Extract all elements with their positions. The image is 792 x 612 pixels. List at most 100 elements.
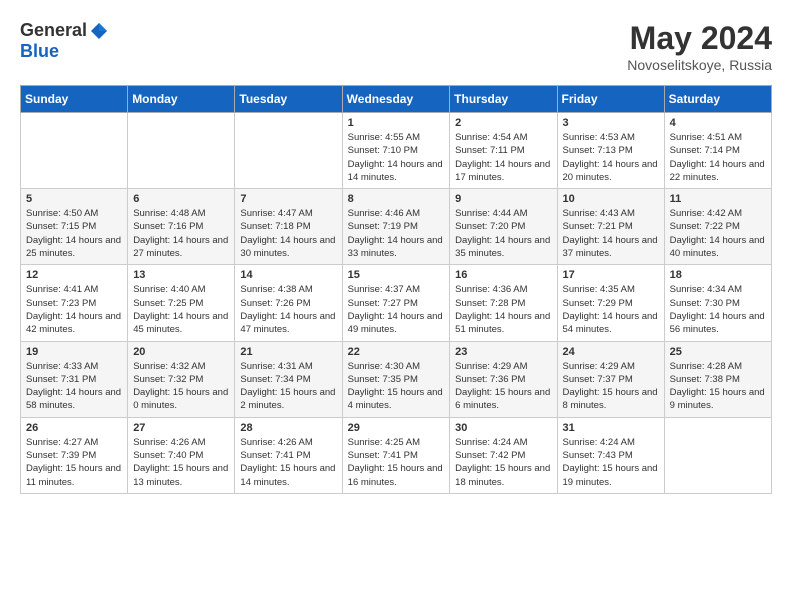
calendar-cell: 1 Sunrise: 4:55 AM Sunset: 7:10 PM Daylig… <box>342 113 450 189</box>
day-number: 18 <box>670 269 766 281</box>
calendar-day-header: Thursday <box>450 86 557 113</box>
calendar-cell <box>235 113 342 189</box>
calendar-cell: 25 Sunrise: 4:28 AM Sunset: 7:38 PM Dayli… <box>664 341 771 417</box>
day-number: 30 <box>455 422 551 434</box>
day-info: Sunrise: 4:25 AM Sunset: 7:41 PM Dayligh… <box>348 436 445 489</box>
header: General Blue May 2024 Novoselitskoye, Ru… <box>20 20 772 73</box>
calendar-day-header: Tuesday <box>235 86 342 113</box>
day-number: 10 <box>563 193 659 205</box>
day-info: Sunrise: 4:24 AM Sunset: 7:42 PM Dayligh… <box>455 436 551 489</box>
day-number: 2 <box>455 117 551 129</box>
day-number: 7 <box>240 193 336 205</box>
day-number: 16 <box>455 269 551 281</box>
calendar-week-row: 26 Sunrise: 4:27 AM Sunset: 7:39 PM Dayli… <box>21 417 772 493</box>
day-number: 11 <box>670 193 766 205</box>
logo-blue-text: Blue <box>20 41 59 62</box>
calendar-cell: 8Sunrise: 4:46 AM Sunset: 7:19 PM Daylig… <box>342 189 450 265</box>
title-block: May 2024 Novoselitskoye, Russia <box>627 20 772 73</box>
calendar-cell: 6Sunrise: 4:48 AM Sunset: 7:16 PM Daylig… <box>128 189 235 265</box>
day-number: 1 <box>348 117 445 129</box>
calendar-cell: 2 Sunrise: 4:54 AM Sunset: 7:11 PM Daylig… <box>450 113 557 189</box>
day-info: Sunrise: 4:24 AM Sunset: 7:43 PM Dayligh… <box>563 436 659 489</box>
calendar-cell: 28Sunrise: 4:26 AM Sunset: 7:41 PM Dayli… <box>235 417 342 493</box>
calendar-cell: 4 Sunrise: 4:51 AM Sunset: 7:14 PM Daylig… <box>664 113 771 189</box>
calendar-cell: 15 Sunrise: 4:37 AM Sunset: 7:27 PM Dayli… <box>342 265 450 341</box>
calendar-cell: 21Sunrise: 4:31 AM Sunset: 7:34 PM Dayli… <box>235 341 342 417</box>
calendar-week-row: 12Sunrise: 4:41 AM Sunset: 7:23 PM Dayli… <box>21 265 772 341</box>
calendar-cell: 17Sunrise: 4:35 AM Sunset: 7:29 PM Dayli… <box>557 265 664 341</box>
calendar-cell: 24Sunrise: 4:29 AM Sunset: 7:37 PM Dayli… <box>557 341 664 417</box>
calendar-cell: 9 Sunrise: 4:44 AM Sunset: 7:20 PM Daylig… <box>450 189 557 265</box>
day-number: 5 <box>26 193 122 205</box>
day-info: Sunrise: 4:37 AM Sunset: 7:27 PM Dayligh… <box>348 283 445 336</box>
calendar-cell: 11 Sunrise: 4:42 AM Sunset: 7:22 PM Dayli… <box>664 189 771 265</box>
calendar-cell: 23 Sunrise: 4:29 AM Sunset: 7:36 PM Dayli… <box>450 341 557 417</box>
day-info: Sunrise: 4:38 AM Sunset: 7:26 PM Dayligh… <box>240 283 336 336</box>
day-info: Sunrise: 4:27 AM Sunset: 7:39 PM Dayligh… <box>26 436 122 489</box>
day-info: Sunrise: 4:55 AM Sunset: 7:10 PM Dayligh… <box>348 131 445 184</box>
calendar-cell: 10Sunrise: 4:43 AM Sunset: 7:21 PM Dayli… <box>557 189 664 265</box>
calendar-cell: 3Sunrise: 4:53 AM Sunset: 7:13 PM Daylig… <box>557 113 664 189</box>
calendar-cell <box>128 113 235 189</box>
calendar-cell: 30 Sunrise: 4:24 AM Sunset: 7:42 PM Dayli… <box>450 417 557 493</box>
day-info: Sunrise: 4:40 AM Sunset: 7:25 PM Dayligh… <box>133 283 229 336</box>
day-info: Sunrise: 4:51 AM Sunset: 7:14 PM Dayligh… <box>670 131 766 184</box>
calendar-cell: 13Sunrise: 4:40 AM Sunset: 7:25 PM Dayli… <box>128 265 235 341</box>
calendar-cell: 27Sunrise: 4:26 AM Sunset: 7:40 PM Dayli… <box>128 417 235 493</box>
calendar-cell: 22 Sunrise: 4:30 AM Sunset: 7:35 PM Dayli… <box>342 341 450 417</box>
day-info: Sunrise: 4:42 AM Sunset: 7:22 PM Dayligh… <box>670 207 766 260</box>
logo-general-text: General <box>20 20 87 41</box>
calendar-day-header: Sunday <box>21 86 128 113</box>
day-number: 15 <box>348 269 445 281</box>
day-number: 9 <box>455 193 551 205</box>
day-info: Sunrise: 4:33 AM Sunset: 7:31 PM Dayligh… <box>26 360 122 413</box>
calendar-cell: 19Sunrise: 4:33 AM Sunset: 7:31 PM Dayli… <box>21 341 128 417</box>
calendar-cell: 18 Sunrise: 4:34 AM Sunset: 7:30 PM Dayli… <box>664 265 771 341</box>
calendar-cell: 31 Sunrise: 4:24 AM Sunset: 7:43 PM Dayli… <box>557 417 664 493</box>
calendar-cell: 26 Sunrise: 4:27 AM Sunset: 7:39 PM Dayli… <box>21 417 128 493</box>
day-info: Sunrise: 4:32 AM Sunset: 7:32 PM Dayligh… <box>133 360 229 413</box>
day-number: 21 <box>240 346 336 358</box>
calendar-day-header: Wednesday <box>342 86 450 113</box>
day-number: 14 <box>240 269 336 281</box>
day-number: 29 <box>348 422 445 434</box>
location: Novoselitskoye, Russia <box>627 57 772 73</box>
day-info: Sunrise: 4:54 AM Sunset: 7:11 PM Dayligh… <box>455 131 551 184</box>
day-info: Sunrise: 4:29 AM Sunset: 7:36 PM Dayligh… <box>455 360 551 413</box>
day-info: Sunrise: 4:41 AM Sunset: 7:23 PM Dayligh… <box>26 283 122 336</box>
day-info: Sunrise: 4:26 AM Sunset: 7:41 PM Dayligh… <box>240 436 336 489</box>
logo: General Blue <box>20 20 109 62</box>
day-info: Sunrise: 4:53 AM Sunset: 7:13 PM Dayligh… <box>563 131 659 184</box>
day-number: 6 <box>133 193 229 205</box>
day-number: 17 <box>563 269 659 281</box>
calendar-cell: 7 Sunrise: 4:47 AM Sunset: 7:18 PM Daylig… <box>235 189 342 265</box>
day-info: Sunrise: 4:36 AM Sunset: 7:28 PM Dayligh… <box>455 283 551 336</box>
day-info: Sunrise: 4:30 AM Sunset: 7:35 PM Dayligh… <box>348 360 445 413</box>
day-info: Sunrise: 4:34 AM Sunset: 7:30 PM Dayligh… <box>670 283 766 336</box>
day-info: Sunrise: 4:26 AM Sunset: 7:40 PM Dayligh… <box>133 436 229 489</box>
calendar-day-header: Saturday <box>664 86 771 113</box>
day-info: Sunrise: 4:28 AM Sunset: 7:38 PM Dayligh… <box>670 360 766 413</box>
calendar-week-row: 1 Sunrise: 4:55 AM Sunset: 7:10 PM Daylig… <box>21 113 772 189</box>
day-number: 25 <box>670 346 766 358</box>
calendar-cell: 29 Sunrise: 4:25 AM Sunset: 7:41 PM Dayli… <box>342 417 450 493</box>
calendar-cell <box>21 113 128 189</box>
calendar-cell: 16 Sunrise: 4:36 AM Sunset: 7:28 PM Dayli… <box>450 265 557 341</box>
page: General Blue May 2024 Novoselitskoye, Ru… <box>0 0 792 612</box>
day-info: Sunrise: 4:47 AM Sunset: 7:18 PM Dayligh… <box>240 207 336 260</box>
calendar-day-header: Friday <box>557 86 664 113</box>
logo-icon <box>89 21 109 41</box>
day-number: 4 <box>670 117 766 129</box>
calendar-cell <box>664 417 771 493</box>
day-number: 31 <box>563 422 659 434</box>
day-number: 22 <box>348 346 445 358</box>
calendar-cell: 12Sunrise: 4:41 AM Sunset: 7:23 PM Dayli… <box>21 265 128 341</box>
day-number: 20 <box>133 346 229 358</box>
day-info: Sunrise: 4:44 AM Sunset: 7:20 PM Dayligh… <box>455 207 551 260</box>
day-info: Sunrise: 4:50 AM Sunset: 7:15 PM Dayligh… <box>26 207 122 260</box>
day-number: 26 <box>26 422 122 434</box>
calendar-day-header: Monday <box>128 86 235 113</box>
calendar-header-row: SundayMondayTuesdayWednesdayThursdayFrid… <box>21 86 772 113</box>
day-number: 23 <box>455 346 551 358</box>
calendar-week-row: 19Sunrise: 4:33 AM Sunset: 7:31 PM Dayli… <box>21 341 772 417</box>
